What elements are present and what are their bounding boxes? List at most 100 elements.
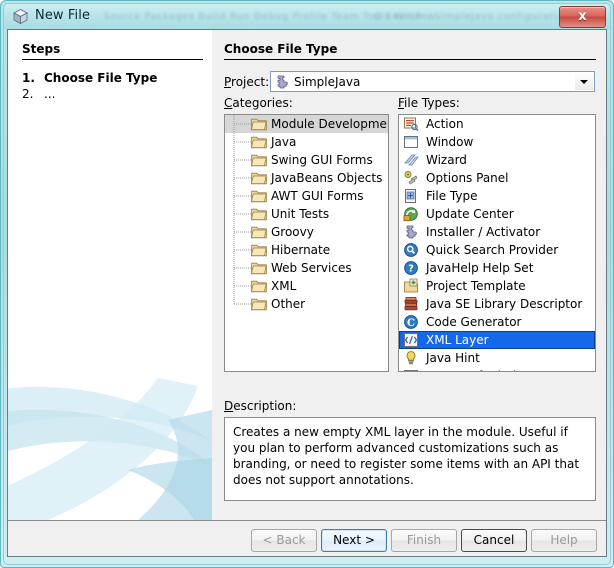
file-type-item[interactable]: Wizard xyxy=(399,151,595,169)
file-type-item-label: Action xyxy=(426,117,464,131)
chevron-down-icon xyxy=(580,80,588,84)
page-title-divider xyxy=(224,59,596,60)
file-type-item[interactable]: C Code Generator xyxy=(399,313,595,331)
category-item[interactable]: Other xyxy=(225,295,388,313)
file-type-item[interactable]: XML Layer xyxy=(399,331,595,349)
file-type-item-label: Project Template xyxy=(426,279,526,293)
category-item-label: Web Services xyxy=(271,261,352,275)
folder-icon xyxy=(251,135,267,149)
file-type-item[interactable]: Project Template xyxy=(399,277,595,295)
category-item-label: Groovy xyxy=(271,225,314,239)
steps-heading: Steps xyxy=(22,42,60,56)
action-icon xyxy=(403,116,419,132)
folder-icon xyxy=(251,117,267,131)
file-type-item[interactable]: Java Hint xyxy=(399,349,595,367)
tree-connector-icon xyxy=(231,241,253,259)
category-item[interactable]: Module Development xyxy=(225,115,388,133)
file-type-item[interactable]: Update Center xyxy=(399,205,595,223)
category-item[interactable]: XML xyxy=(225,277,388,295)
tree-connector-icon xyxy=(231,205,253,223)
category-item[interactable]: Web Services xyxy=(225,259,388,277)
tree-connector-icon xyxy=(231,169,253,187)
dialog-content: Steps 1.Choose File Type 2.... Choose Fi… xyxy=(7,29,607,557)
description-label: Description: xyxy=(224,399,296,413)
lightbulb-icon xyxy=(403,350,419,366)
category-item-label: Module Development xyxy=(271,117,389,131)
category-item[interactable]: Java xyxy=(225,133,388,151)
window-title: New File xyxy=(35,8,90,23)
tree-connector-icon xyxy=(231,187,253,205)
category-item-label: AWT GUI Forms xyxy=(271,189,363,203)
combobox-arrow-button[interactable] xyxy=(575,73,593,90)
category-item-label: JavaBeans Objects xyxy=(271,171,382,185)
project-value: SimpleJava xyxy=(294,75,360,89)
tree-connector-icon xyxy=(231,277,253,295)
file-type-item-label: Layout of Windows xyxy=(426,369,540,372)
file-type-item[interactable]: Window xyxy=(399,133,595,151)
help-icon: ? xyxy=(403,260,419,276)
folder-icon xyxy=(251,279,267,293)
category-item[interactable]: JavaBeans Objects xyxy=(225,169,388,187)
file-type-item[interactable]: Installer / Activator xyxy=(399,223,595,241)
search-icon xyxy=(403,242,419,258)
category-item-label: XML xyxy=(271,279,296,293)
category-item[interactable]: Unit Tests xyxy=(225,205,388,223)
tree-connector-icon xyxy=(231,151,253,169)
folder-icon xyxy=(251,189,267,203)
file-type-item-label: Java Hint xyxy=(426,351,480,365)
categories-list[interactable]: Module Development Java Swing GUI Forms Jav… xyxy=(224,114,389,372)
steps-sidebar: Steps 1.Choose File Type 2.... xyxy=(8,30,212,520)
ghost-menu-text-right: Q Search . SimpleJava configuration xyxy=(374,12,571,22)
file-type-item-label: Quick Search Provider xyxy=(426,243,558,257)
tree-connector-icon xyxy=(231,259,253,277)
folder-icon xyxy=(251,207,267,221)
description-text: Creates a new empty XML layer in the mod… xyxy=(224,417,596,501)
category-item-label: Swing GUI Forms xyxy=(271,153,373,167)
page-title: Choose File Type xyxy=(224,42,337,56)
file-type-item[interactable]: Action xyxy=(399,115,595,133)
project-label: Project: xyxy=(224,75,269,89)
file-type-item[interactable]: Options Panel xyxy=(399,169,595,187)
options-panel-icon xyxy=(403,170,419,186)
category-item[interactable]: Hibernate xyxy=(225,241,388,259)
file-type-item[interactable]: File Type xyxy=(399,187,595,205)
finish-button[interactable]: Finish xyxy=(391,529,457,552)
file-type-item-label: Code Generator xyxy=(426,315,521,329)
help-button[interactable]: Help xyxy=(531,529,597,552)
back-button[interactable]: < Back xyxy=(251,529,317,552)
step-item-1: 1.Choose File Type xyxy=(22,71,157,85)
folder-icon xyxy=(251,153,267,167)
file-types-label: File Types: xyxy=(398,96,460,110)
file-type-item[interactable]: Layout of Windows xyxy=(399,367,595,372)
tree-connector-icon xyxy=(231,115,253,133)
category-item[interactable]: Groovy xyxy=(225,223,388,241)
file-type-item[interactable]: Java SE Library Descriptor xyxy=(399,295,595,313)
xml-layer-icon xyxy=(403,332,419,348)
file-type-item-label: Wizard xyxy=(426,153,467,167)
step-item-2: 2.... xyxy=(22,87,55,101)
categories-label: Categories: xyxy=(224,96,293,110)
folder-icon xyxy=(251,261,267,275)
folder-icon xyxy=(251,171,267,185)
file-type-item[interactable]: Quick Search Provider xyxy=(399,241,595,259)
library-icon xyxy=(403,296,419,312)
close-button[interactable]: x xyxy=(559,6,606,28)
puzzle-piece-icon xyxy=(274,74,290,90)
next-button[interactable]: Next > xyxy=(321,529,387,552)
project-combobox[interactable]: SimpleJava xyxy=(270,71,595,92)
step-label: Choose File Type xyxy=(44,71,157,85)
category-item[interactable]: Swing GUI Forms xyxy=(225,151,388,169)
dialog-window: Source Packages Build Run Debug Profile … xyxy=(0,0,614,568)
cube-icon xyxy=(12,8,29,25)
category-item-label: Other xyxy=(271,297,305,311)
category-item-label: Hibernate xyxy=(271,243,330,257)
cancel-button[interactable]: Cancel xyxy=(461,529,527,552)
file-type-item[interactable]: ?JavaHelp Help Set xyxy=(399,259,595,277)
folder-icon xyxy=(251,243,267,257)
category-item[interactable]: AWT GUI Forms xyxy=(225,187,388,205)
file-types-list[interactable]: Action Window Wizard Options Panel File Type… xyxy=(398,114,596,372)
code-generator-icon: C xyxy=(403,314,419,330)
close-icon: x xyxy=(560,7,605,27)
wizard-icon xyxy=(403,152,419,168)
file-type-item-label: Options Panel xyxy=(426,171,509,185)
